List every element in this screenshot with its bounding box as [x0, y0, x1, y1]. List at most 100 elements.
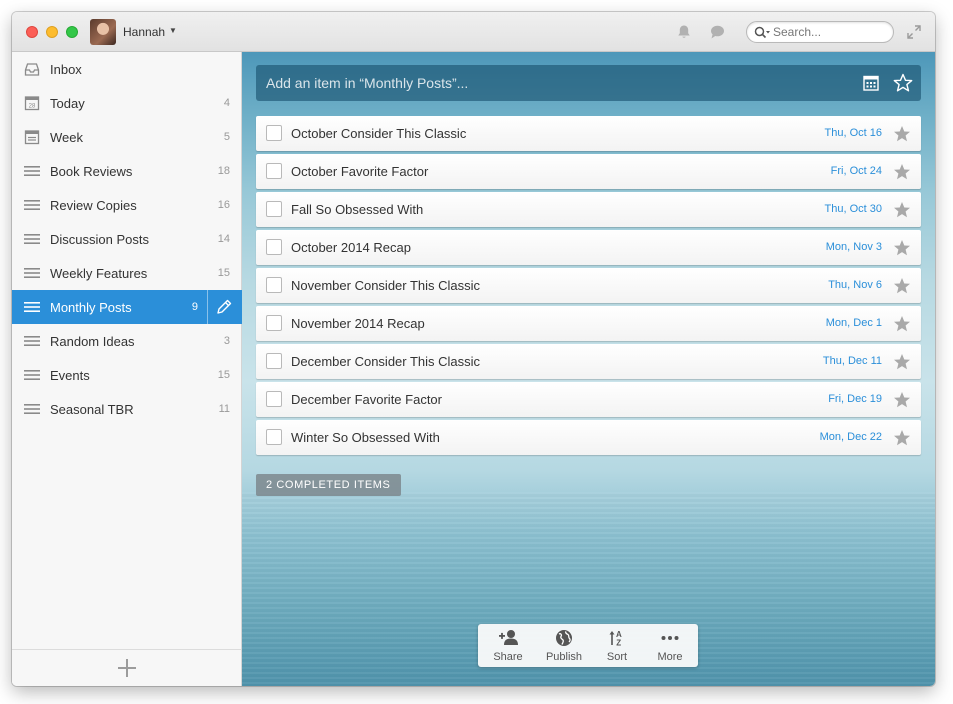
sidebar-item-inbox[interactable]: Inbox — [12, 52, 242, 86]
add-person-icon — [499, 630, 518, 645]
publish-button[interactable]: Publish — [537, 624, 591, 667]
sort-button[interactable]: A Z Sort — [590, 624, 644, 667]
sidebar-item-label: Today — [50, 96, 85, 111]
task-due-date: Thu, Oct 16 — [824, 127, 882, 139]
list-icon — [24, 336, 40, 346]
star-icon[interactable] — [893, 429, 911, 447]
item-count: 14 — [217, 233, 230, 245]
add-item-input[interactable] — [266, 74, 826, 92]
show-completed-button[interactable]: 2 COMPLETED ITEMS — [256, 474, 401, 496]
share-button[interactable]: Share — [481, 624, 535, 667]
sidebar-item-seasonal-tbr[interactable]: Seasonal TBR 11 — [12, 392, 242, 426]
bell-icon[interactable] — [676, 24, 692, 40]
calendar-today-icon: 28 — [24, 96, 40, 111]
task-row[interactable]: October Favorite Factor Fri, Oct 24 — [256, 154, 921, 189]
list-icon — [24, 234, 40, 244]
task-title[interactable]: Fall So Obsessed With — [291, 202, 423, 217]
task-row[interactable]: October 2014 Recap Mon, Nov 3 — [256, 230, 921, 265]
sidebar-item-week[interactable]: Week 5 — [12, 120, 242, 154]
task-due-date: Mon, Nov 3 — [825, 241, 882, 253]
star-icon[interactable] — [893, 239, 911, 257]
search-input[interactable] — [773, 24, 885, 40]
list-icon — [24, 302, 40, 312]
avatar[interactable] — [90, 19, 116, 45]
star-icon[interactable] — [893, 277, 911, 295]
sidebar-item-book-reviews[interactable]: Book Reviews 18 — [12, 154, 242, 188]
sidebar-item-today[interactable]: 28 Today 4 — [12, 86, 242, 120]
task-checkbox[interactable] — [266, 201, 282, 217]
task-checkbox[interactable] — [266, 315, 282, 331]
task-title[interactable]: October Consider This Classic — [291, 126, 466, 141]
task-due-date: Mon, Dec 1 — [825, 317, 882, 329]
sidebar-item-monthly-posts[interactable]: Monthly Posts 9 — [12, 290, 242, 324]
task-checkbox[interactable] — [266, 353, 282, 369]
star-icon[interactable] — [893, 73, 913, 93]
task-row[interactable]: November 2014 Recap Mon, Dec 1 — [256, 306, 921, 341]
sidebar-item-discussion-posts[interactable]: Discussion Posts 14 — [12, 222, 242, 256]
title-bar: Hannah ▼ — [12, 12, 935, 52]
task-row[interactable]: December Favorite Factor Fri, Dec 19 — [256, 382, 921, 417]
calendar-icon[interactable] — [862, 74, 880, 92]
sidebar-item-label: Discussion Posts — [50, 232, 149, 247]
task-title[interactable]: November 2014 Recap — [291, 316, 425, 331]
window-close-button[interactable] — [26, 26, 38, 38]
item-count: 4 — [223, 97, 230, 109]
globe-icon — [556, 630, 572, 646]
star-icon[interactable] — [893, 163, 911, 181]
window-minimize-button[interactable] — [46, 26, 58, 38]
item-count: 3 — [223, 335, 230, 347]
task-row[interactable]: Fall So Obsessed With Thu, Oct 30 — [256, 192, 921, 227]
sidebar-item-random-ideas[interactable]: Random Ideas 3 — [12, 324, 242, 358]
sidebar-item-label: Seasonal TBR — [50, 402, 134, 417]
search-field[interactable] — [746, 21, 894, 43]
pencil-icon[interactable] — [215, 298, 233, 316]
task-checkbox[interactable] — [266, 125, 282, 141]
task-title[interactable]: Winter So Obsessed With — [291, 430, 440, 445]
sidebar-item-review-copies[interactable]: Review Copies 16 — [12, 188, 242, 222]
fullscreen-icon[interactable] — [907, 25, 921, 39]
task-checkbox[interactable] — [266, 239, 282, 255]
task-title[interactable]: December Consider This Classic — [291, 354, 480, 369]
window-zoom-button[interactable] — [66, 26, 78, 38]
add-item-bar[interactable] — [256, 65, 921, 101]
more-label: More — [657, 651, 683, 663]
sidebar: Inbox 28 Today 4 Week 5 Book Reviews 18 … — [12, 52, 242, 686]
list-icon — [24, 200, 40, 210]
search-icon — [754, 26, 770, 39]
task-row[interactable]: October Consider This Classic Thu, Oct 1… — [256, 116, 921, 151]
sort-label: Sort — [606, 651, 628, 663]
caret-down-icon[interactable]: ▼ — [169, 26, 177, 35]
sidebar-item-weekly-features[interactable]: Weekly Features 15 — [12, 256, 242, 290]
task-row[interactable]: December Consider This Classic Thu, Dec … — [256, 344, 921, 379]
plus-icon[interactable] — [118, 659, 136, 677]
item-count: 9 — [191, 301, 198, 313]
app-window: Hannah ▼ Search... Inbox 28 Today 4 Week… — [12, 12, 935, 686]
task-checkbox[interactable] — [266, 163, 282, 179]
task-due-date: Mon, Dec 22 — [819, 431, 882, 443]
list-icon — [24, 166, 40, 176]
chat-bubble-icon[interactable] — [709, 24, 725, 40]
user-name[interactable]: Hannah — [123, 25, 165, 39]
task-due-date: Fri, Oct 24 — [830, 165, 882, 177]
task-checkbox[interactable] — [266, 391, 282, 407]
task-title[interactable]: October Favorite Factor — [291, 164, 428, 179]
item-count: 15 — [217, 267, 230, 279]
task-checkbox[interactable] — [266, 277, 282, 293]
calendar-week-icon — [24, 130, 40, 145]
more-button[interactable]: More — [643, 624, 697, 667]
task-row[interactable]: November Consider This Classic Thu, Nov … — [256, 268, 921, 303]
sidebar-item-events[interactable]: Events 15 — [12, 358, 242, 392]
task-title[interactable]: November Consider This Classic — [291, 278, 480, 293]
sidebar-item-label: Monthly Posts — [50, 300, 132, 315]
star-icon[interactable] — [893, 391, 911, 409]
star-icon[interactable] — [893, 315, 911, 333]
task-row[interactable]: Winter So Obsessed With Mon, Dec 22 — [256, 420, 921, 455]
list-icon — [24, 404, 40, 414]
star-icon[interactable] — [893, 201, 911, 219]
task-title[interactable]: December Favorite Factor — [291, 392, 442, 407]
task-checkbox[interactable] — [266, 429, 282, 445]
star-icon[interactable] — [893, 353, 911, 371]
star-icon[interactable] — [893, 125, 911, 143]
list-icon — [24, 370, 40, 380]
task-title[interactable]: October 2014 Recap — [291, 240, 411, 255]
